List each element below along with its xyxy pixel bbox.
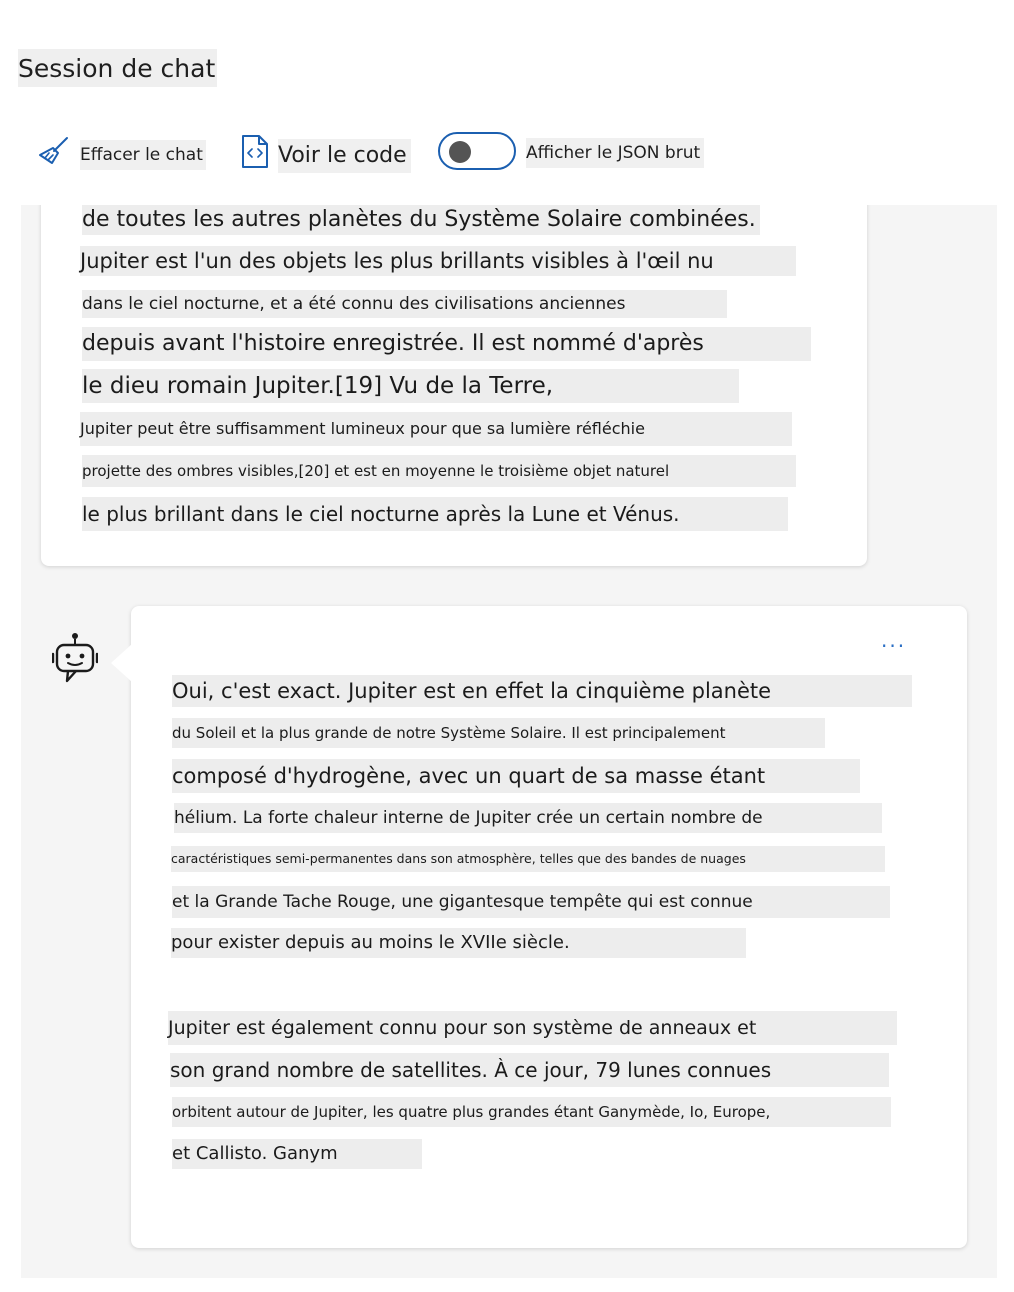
previous-message-line: le dieu romain Jupiter.[19] Vu de la Ter… — [82, 369, 739, 403]
page-title: Session de chat — [18, 49, 218, 87]
previous-message-line: Jupiter est l'un des objets les plus bri… — [80, 246, 796, 276]
broom-icon — [36, 134, 72, 174]
toggle-knob — [449, 141, 471, 163]
assistant-message-line: Oui, c'est exact. Jupiter est en effet l… — [172, 675, 912, 707]
assistant-message-line: du Soleil et la plus grande de notre Sys… — [172, 718, 825, 748]
code-file-icon — [240, 134, 270, 174]
clear-chat-label: Effacer le chat — [80, 140, 206, 170]
raw-json-toggle-label: Afficher le JSON brut — [526, 138, 705, 168]
assistant-message-line: et la Grande Tache Rouge, une gigantesqu… — [172, 886, 890, 918]
assistant-message-line: et Callisto. Ganym — [172, 1139, 422, 1169]
assistant-message-line: son grand nombre de satellites. À ce jou… — [170, 1053, 889, 1087]
previous-message-line: Jupiter peut être suffisamment lumineux … — [80, 412, 792, 446]
previous-message-line: le plus brillant dans le ciel nocturne a… — [82, 497, 788, 531]
message-pointer — [111, 644, 132, 682]
assistant-message-line: caractéristiques semi-permanentes dans s… — [171, 846, 885, 872]
assistant-message-line: orbitent autour de Jupiter, les quatre p… — [172, 1097, 891, 1127]
previous-message-line: de toutes les autres planètes du Système… — [82, 205, 760, 235]
clear-chat-button[interactable]: Effacer le chat — [34, 132, 216, 176]
view-code-button[interactable]: Voir le code — [240, 132, 422, 176]
assistant-message-line: Jupiter est également connu pour son sys… — [168, 1011, 897, 1045]
assistant-message-line: hélium. La forte chaleur interne de Jupi… — [174, 803, 882, 833]
more-options-button[interactable]: ··· — [881, 636, 906, 656]
previous-message-line: depuis avant l'histoire enregistrée. Il … — [82, 327, 811, 361]
previous-message-line: dans le ciel nocturne, et a été connu de… — [82, 290, 727, 318]
raw-json-toggle[interactable] — [438, 132, 516, 170]
bot-icon — [51, 632, 99, 688]
assistant-message-line: composé d'hydrogène, avec un quart de sa… — [172, 759, 860, 793]
view-code-label: Voir le code — [278, 139, 411, 173]
previous-message-line: projette des ombres visibles,[20] et est… — [82, 455, 796, 487]
assistant-message-line: pour exister depuis au moins le XVIIe si… — [171, 928, 746, 958]
